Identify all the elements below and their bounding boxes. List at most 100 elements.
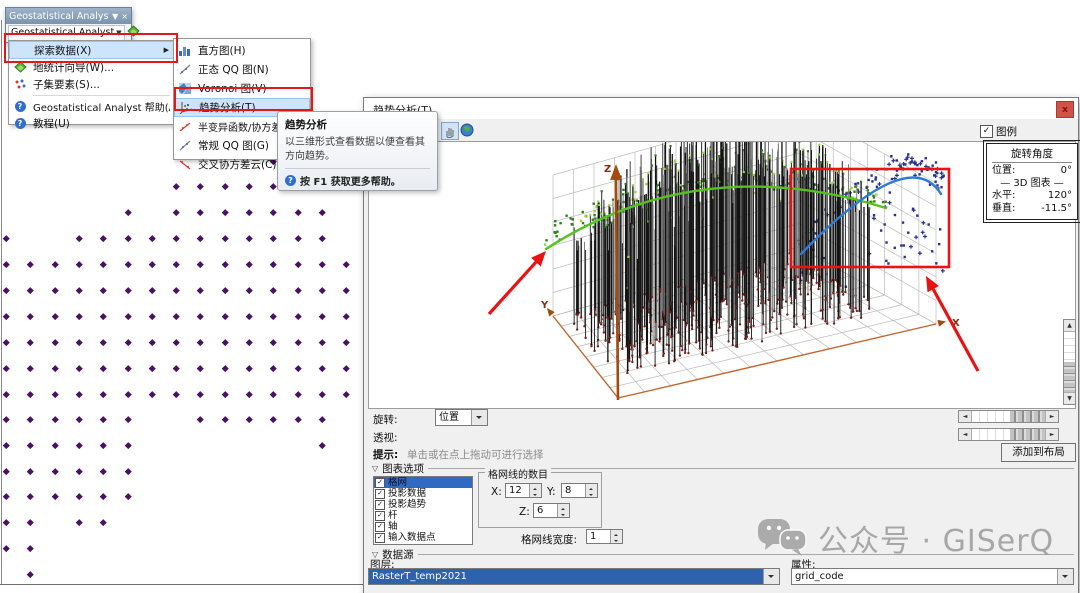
map-point xyxy=(270,313,276,319)
map-point xyxy=(343,391,349,397)
checkbox-check-icon: ✓ xyxy=(375,522,385,532)
map-point xyxy=(27,571,33,577)
map-point xyxy=(125,287,131,293)
map-point xyxy=(197,365,203,371)
z-count-spinner[interactable]: 6 xyxy=(533,503,570,518)
vertical-rotation-slider[interactable]: ▲ ▼ xyxy=(1063,319,1076,405)
map-point xyxy=(343,365,349,371)
perspective-slider[interactable]: ◄ ► xyxy=(958,428,1059,441)
toolbar-titlebar[interactable]: Geostatistical Analyst ▼ × xyxy=(6,8,131,24)
map-point xyxy=(295,391,301,397)
layer-combo[interactable]: RasterT_temp2021 xyxy=(368,568,780,585)
toolbar-close-icon[interactable]: × xyxy=(121,12,128,21)
map-point xyxy=(319,391,325,397)
map-point xyxy=(246,391,252,397)
combo-arrow-icon[interactable] xyxy=(763,569,779,584)
map-point xyxy=(27,416,33,422)
rotate-mode-combo[interactable]: 位置 xyxy=(435,409,488,426)
map-point xyxy=(27,339,33,345)
x-count-spinner[interactable]: 12 xyxy=(505,483,542,498)
map-point xyxy=(173,235,179,241)
map-point xyxy=(27,287,33,293)
menu-item-subset-features[interactable]: 子集要素(S)... xyxy=(9,76,174,93)
combo-arrow-icon[interactable] xyxy=(1057,569,1073,584)
chart-options-list[interactable]: ✓格网 ✓投影数据 ✓投影趋势 ✓杆 ✓轴 ✓输入数据点 xyxy=(373,476,473,545)
list-item-input-data-points[interactable]: ✓输入数据点 xyxy=(374,532,472,543)
globe-tool-button[interactable] xyxy=(459,122,475,138)
legend-row-horizontal: 水平:120° xyxy=(992,190,1072,203)
map-point xyxy=(295,209,301,215)
map-point xyxy=(222,287,228,293)
help-icon: ? xyxy=(11,117,29,131)
attribute-combo[interactable]: grid_code xyxy=(791,568,1074,585)
map-point xyxy=(197,235,203,241)
map-point xyxy=(149,391,155,397)
submenu-item-histogram[interactable]: 直方图(H) xyxy=(174,41,310,60)
dialog-close-button[interactable]: x xyxy=(1056,101,1074,118)
tooltip-footer: ? 按 F1 获取更多帮助。 xyxy=(285,173,430,188)
combo-arrow-icon[interactable] xyxy=(471,410,487,425)
map-point xyxy=(246,365,252,371)
map-point xyxy=(173,339,179,345)
list-item-axes[interactable]: ✓轴 xyxy=(374,521,472,532)
map-point xyxy=(295,339,301,345)
map-point xyxy=(222,391,228,397)
map-point xyxy=(343,313,349,319)
map-point xyxy=(125,261,131,267)
list-item-grid[interactable]: ✓格网 xyxy=(374,477,472,488)
trend-3d-plot-svg[interactable]: ZXY xyxy=(369,142,1073,406)
map-point xyxy=(222,235,228,241)
menu-item-tutorial[interactable]: ? 教程(U) xyxy=(9,115,174,132)
map-point xyxy=(3,313,9,319)
map-point xyxy=(319,235,325,241)
map-point xyxy=(270,391,276,397)
map-point xyxy=(319,209,325,215)
map-point xyxy=(125,209,131,215)
map-point xyxy=(173,313,179,319)
qq-plot-icon xyxy=(176,139,194,153)
list-item-projected-data[interactable]: ✓投影数据 xyxy=(374,488,472,499)
map-point xyxy=(100,391,106,397)
map-point xyxy=(270,261,276,267)
pan-hand-tool-button[interactable] xyxy=(441,122,459,140)
map-point xyxy=(52,442,58,448)
map-point xyxy=(100,416,106,422)
map-point xyxy=(173,287,179,293)
map-point xyxy=(100,365,106,371)
map-point xyxy=(222,183,228,189)
toolbar-options-caret-icon[interactable]: ▼ xyxy=(112,12,118,21)
collapse-icon: ▽ xyxy=(372,464,378,473)
trend-3d-chart[interactable]: ZXY xyxy=(368,141,1076,409)
map-point xyxy=(125,313,131,319)
hint-text: 单击或在点上拖动可进行选择 xyxy=(407,447,544,462)
map-point xyxy=(173,365,179,371)
y-count-spinner[interactable]: 8 xyxy=(561,483,598,498)
list-item-projected-trend[interactable]: ✓投影趋势 xyxy=(374,499,472,510)
list-item-sticks[interactable]: ✓杆 xyxy=(374,510,472,521)
map-point xyxy=(173,261,179,267)
grid-line-width-spinner[interactable]: 1 xyxy=(586,529,623,544)
map-point xyxy=(197,391,203,397)
slider-right-icon: ► xyxy=(1045,411,1058,422)
submenu-item-normal-qq[interactable]: 正态 QQ 图(N) xyxy=(174,60,310,79)
map-point xyxy=(319,261,325,267)
map-point xyxy=(52,468,58,474)
grid-line-width-label: 格网线宽度: xyxy=(521,532,577,547)
perspective-label: 透视: xyxy=(373,430,398,445)
map-point xyxy=(222,313,228,319)
dialog-titlebar[interactable]: 趋势分析(T) xyxy=(364,98,1078,120)
menu-item-help[interactable]: ? Geostatistical Analyst 帮助(A) xyxy=(9,98,174,115)
map-point xyxy=(246,313,252,319)
map-point xyxy=(100,493,106,499)
histogram-icon xyxy=(176,44,194,58)
add-to-layout-button[interactable]: 添加到布局 xyxy=(1001,443,1076,462)
map-point xyxy=(343,339,349,345)
map-point xyxy=(149,261,155,267)
rotation-angle-legend: 旋转角度 位置:0° — 3D 图表 — 水平:120° 垂直:-11.5° xyxy=(986,143,1078,220)
slider-up-icon: ▲ xyxy=(1064,320,1075,332)
rotation-slider[interactable]: ◄ ► xyxy=(958,410,1059,423)
map-point xyxy=(270,287,276,293)
map-point xyxy=(76,313,82,319)
legend-checkbox[interactable]: ✓ 图例 xyxy=(980,124,1017,139)
menu-separator xyxy=(33,95,170,96)
